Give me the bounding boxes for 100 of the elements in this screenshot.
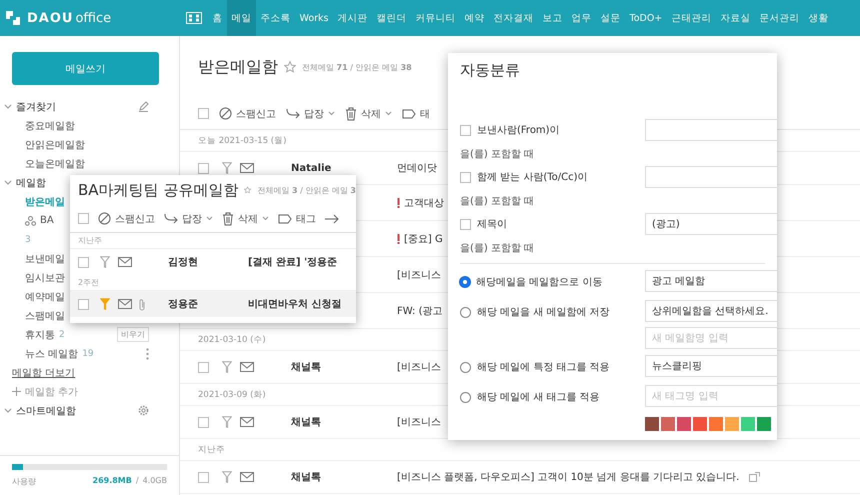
trash-icon — [222, 212, 234, 226]
delete-button[interactable]: 삭제 — [345, 106, 392, 120]
dropdown-field[interactable]: 상위메일함을 선택하세요. — [645, 300, 777, 322]
row-checkbox[interactable] — [198, 416, 209, 428]
mail-subject[interactable]: FW: (광고 — [397, 304, 443, 318]
spam-button[interactable]: 스팸신고 — [219, 106, 276, 120]
mail-subject: 비대면바우처 신청절 — [248, 298, 342, 311]
mailbox-item[interactable]: 스팸메일 — [25, 308, 65, 322]
window-icon[interactable] — [749, 472, 760, 482]
chevron-icon[interactable] — [4, 180, 12, 186]
delete-button[interactable]: 삭제 — [222, 212, 269, 226]
mail-subject[interactable]: [비즈니스 — [397, 268, 441, 282]
pencil-icon[interactable] — [138, 101, 149, 112]
mailbox-item[interactable]: 보낸메일 — [25, 252, 65, 266]
mail-subject: [결재 완료] '정용준 — [248, 256, 338, 269]
mail-subject[interactable]: [비즈니스 — [397, 415, 441, 429]
row-checkbox[interactable] — [198, 472, 209, 482]
mail-subject[interactable]: 고객대상 — [404, 196, 444, 210]
section-title[interactable]: 스마트메일함 — [16, 404, 76, 418]
mail-sender: Natalie — [291, 162, 332, 174]
mail-subject[interactable]: 먼데이닷 — [397, 161, 437, 175]
color-swatch[interactable] — [645, 417, 659, 431]
color-swatch[interactable] — [693, 417, 707, 431]
mailbox-item[interactable]: 예약메일 — [25, 290, 65, 304]
action-label: 해당 메일에 특정 태그를 적용 — [477, 361, 610, 374]
exclamation-icon — [397, 234, 400, 244]
envelope-icon — [240, 362, 254, 372]
radio-button[interactable] — [460, 306, 471, 318]
settings-icon[interactable] — [138, 405, 149, 416]
section-title[interactable]: 즐겨찾기 — [16, 100, 56, 114]
tag-button[interactable]: 태그 — [278, 212, 316, 226]
row-checkbox[interactable] — [198, 362, 209, 372]
star-icon[interactable] — [284, 61, 296, 73]
mailbox-title: 받은메일함 — [198, 56, 278, 78]
dropdown-field[interactable]: 광고 메일함 — [645, 270, 777, 292]
exclamation-icon — [397, 198, 400, 208]
mailbox-item[interactable]: 오늘온메일함 — [25, 156, 85, 170]
input-field[interactable]: (광고) — [645, 213, 777, 235]
radio-button[interactable] — [460, 362, 471, 372]
mailbox-item[interactable]: 임시보관 — [25, 270, 65, 284]
color-swatch[interactable] — [741, 417, 755, 431]
color-swatch[interactable] — [661, 417, 675, 431]
nav-tab[interactable]: 메일 — [227, 0, 256, 36]
row-checkbox[interactable] — [198, 162, 209, 174]
mailbox-item[interactable]: 뉴스 메일함 — [25, 346, 78, 360]
condition-label: 제목이 — [477, 218, 507, 231]
more-mailboxes-link[interactable]: 메일함 더보기 — [12, 366, 76, 380]
dropdown-field[interactable]: 뉴스클리핑 — [645, 355, 777, 377]
condition-label: 함께 받는 사람(To/Cc)이 — [477, 171, 588, 184]
envelope-icon — [240, 417, 254, 427]
section-title[interactable]: 메일함 — [16, 176, 46, 190]
mail-count-summary: 전체메일 3 / 안읽은 메일 3 — [257, 184, 356, 196]
input-field[interactable] — [645, 119, 777, 141]
date-header: 지난주 — [78, 235, 102, 246]
mailbox-item[interactable]: 안읽은메일함 — [25, 138, 85, 152]
mailbox-item[interactable]: 중요메일함 — [25, 118, 75, 132]
trash-icon — [345, 106, 357, 120]
row-checkbox[interactable] — [78, 256, 89, 268]
mail-row[interactable]: 김정현 [결재 완료] '정용준 — [70, 249, 356, 275]
color-swatch[interactable] — [757, 417, 771, 431]
chevron-icon — [262, 216, 269, 221]
chevron-icon[interactable] — [4, 104, 12, 110]
radio-button[interactable] — [460, 392, 471, 402]
radio-button[interactable] — [460, 277, 470, 287]
mail-subject[interactable]: [비즈니스 — [397, 360, 441, 374]
mail-subject[interactable]: [비즈니스 플랫폼, 다우오피스] 고객이 10분 넘게 응대를 기다리고 있습니다. — [397, 470, 740, 484]
mailbox-item[interactable]: 휴지통 — [25, 328, 55, 342]
tag-icon — [278, 214, 292, 224]
mail-subject[interactable]: [중요] G — [404, 232, 443, 246]
mail-row[interactable]: 정용준 비대면바우처 신청절 — [70, 291, 356, 317]
chevron-icon[interactable] — [4, 408, 12, 414]
reply-button[interactable]: 답장 — [286, 106, 335, 120]
tag-button[interactable]: 태 — [402, 106, 430, 120]
grid-icon[interactable] — [186, 12, 202, 24]
select-all-checkbox[interactable] — [198, 108, 209, 119]
more-icon[interactable] — [146, 348, 149, 360]
paperclip-icon — [138, 298, 146, 310]
select-all-checkbox[interactable] — [78, 213, 89, 224]
envelope-icon — [118, 257, 132, 267]
row-checkbox[interactable] — [78, 298, 89, 310]
plus-icon[interactable] — [12, 387, 21, 396]
mailbox-item[interactable]: BA — [40, 215, 54, 226]
mail-row[interactable]: 채널톡 [비즈니스 플랫폼, 다우오피스] 고객이 10분 넘게 응대를 기다리고 있습니다. — [180, 461, 860, 494]
input-field[interactable]: 새 태그명 입력 — [645, 385, 777, 407]
color-swatch[interactable] — [677, 417, 691, 431]
dialog-title: 자동분류 — [459, 60, 521, 81]
checkbox[interactable] — [460, 124, 471, 136]
logo-text: office — [75, 10, 112, 26]
color-swatch[interactable] — [709, 417, 723, 431]
color-swatch[interactable] — [725, 417, 739, 431]
envelope-icon — [240, 163, 254, 173]
reply-button[interactable]: 답장 — [164, 212, 213, 226]
input-field[interactable] — [645, 166, 777, 188]
mail-sender: 채널톡 — [291, 362, 321, 373]
spam-button[interactable]: 스팸신고 — [98, 212, 155, 226]
star-icon[interactable] — [244, 184, 252, 196]
move-button[interactable] — [325, 214, 339, 224]
checkbox[interactable] — [460, 218, 471, 230]
input-field[interactable]: 새 메일함명 입력 — [645, 327, 777, 349]
checkbox[interactable] — [460, 172, 471, 182]
